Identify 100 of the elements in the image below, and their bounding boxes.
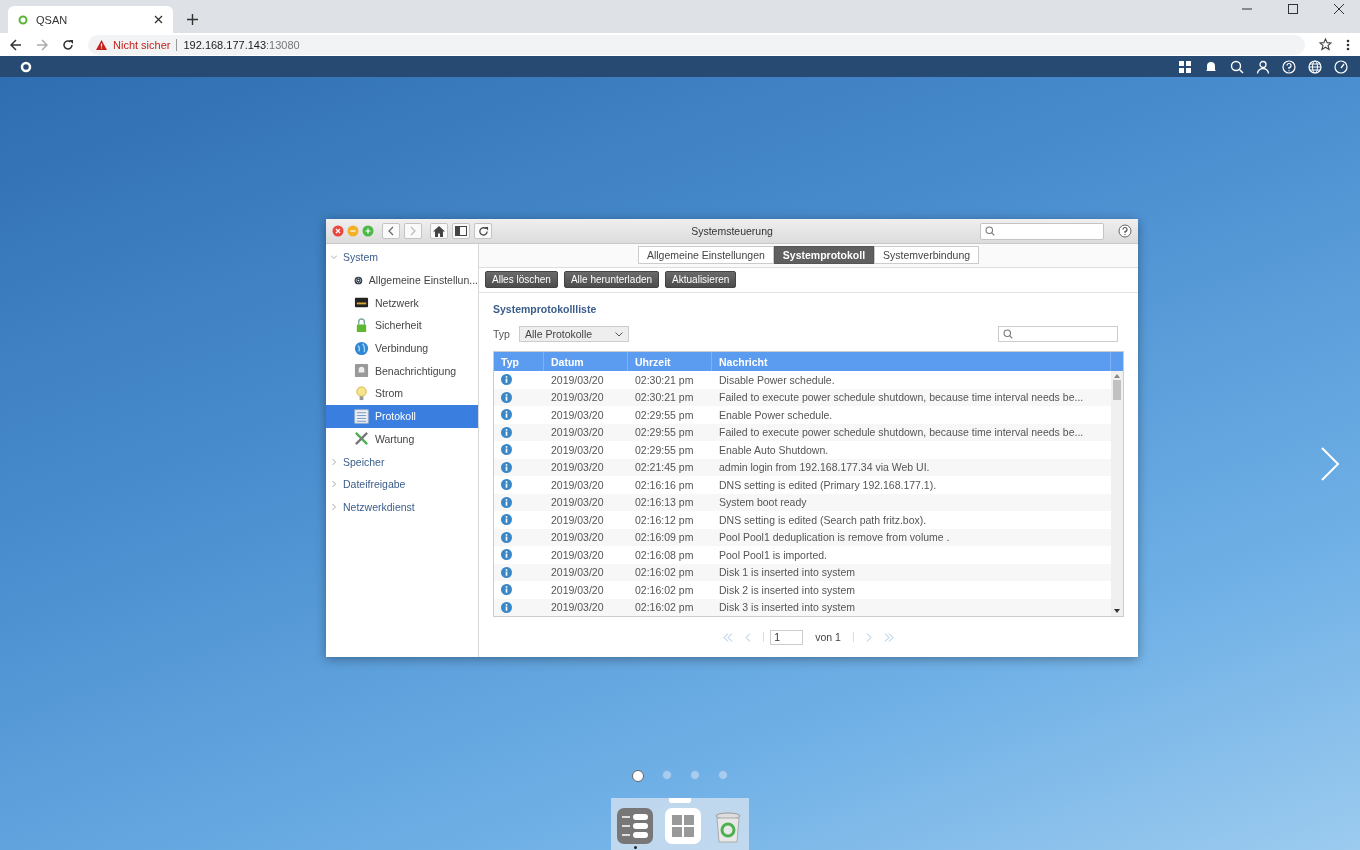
chevron-down-icon (331, 254, 337, 261)
table-cell-text: 2019/03/20 (550, 426, 605, 439)
info-icon (501, 601, 512, 613)
home-button[interactable] (430, 223, 448, 239)
table-cell-text: 02:16:16 pm (634, 478, 695, 491)
scrollbar-thumb[interactable] (1113, 380, 1121, 400)
sidebar-item[interactable]: Benachrichtigung (326, 359, 478, 383)
sidebar-toggle-button[interactable] (452, 223, 470, 239)
grid-icon[interactable] (1178, 59, 1192, 74)
table-cell-text: 02:30:21 pm (634, 373, 695, 386)
user-icon[interactable] (1256, 59, 1270, 74)
table-cell-text: DNS setting is edited (Primary 192.168.177.1). (718, 478, 938, 491)
page-dot[interactable] (632, 770, 644, 782)
table-cell-text: 02:30:21 pm (634, 391, 695, 404)
bell-icon[interactable] (1204, 59, 1218, 74)
table-cell-text: 2019/03/20 (550, 373, 605, 386)
lock-icon (354, 317, 369, 333)
table-cell-text: Enable Auto Shutdown. (718, 443, 830, 456)
page-dot[interactable] (718, 770, 728, 780)
close-icon[interactable] (1334, 4, 1344, 14)
table-cell-text: 2019/03/20 (550, 566, 605, 579)
scroll-up-icon[interactable] (1114, 374, 1120, 378)
logo-icon[interactable] (20, 60, 32, 73)
dock-handle[interactable] (669, 798, 691, 803)
info-icon (501, 444, 512, 456)
scrollbar[interactable] (1111, 371, 1123, 616)
table-cell-text: Disk 1 is inserted into system (718, 566, 856, 579)
search-icon[interactable] (1230, 59, 1244, 74)
star-icon[interactable] (1319, 38, 1332, 51)
grid-app-icon[interactable] (665, 807, 701, 844)
action-button[interactable]: Alles löschen (485, 271, 558, 289)
gauge-icon[interactable] (1334, 59, 1348, 74)
reload-icon[interactable] (62, 38, 74, 51)
refresh-icon (477, 225, 489, 237)
menu-icon[interactable] (1346, 38, 1350, 51)
chevron-left-icon (387, 226, 395, 236)
sidebar-group[interactable]: Speicher (326, 450, 478, 473)
tab[interactable]: Systemprotokoll (773, 246, 875, 265)
toggles-app-icon[interactable] (617, 807, 653, 844)
scroll-down-icon[interactable] (1114, 609, 1120, 613)
lightbulb-icon (354, 385, 369, 401)
address-field[interactable]: Nicht sicher 192.168.177.143:13080 (88, 34, 1305, 55)
table-cell-text: 2019/03/20 (550, 548, 605, 561)
table-cell-text: 02:21:45 pm (634, 461, 695, 474)
search-field[interactable] (980, 222, 1104, 240)
search-icon (1003, 329, 1013, 339)
sidebar-item[interactable]: Netzwerk (326, 291, 478, 315)
sidebar-group[interactable]: System (326, 246, 478, 269)
back-button[interactable] (382, 223, 400, 239)
warning-icon (96, 39, 107, 50)
sidebar-item[interactable]: Allgemeine Einstellun... (326, 268, 478, 292)
globe-icon[interactable] (1308, 59, 1322, 74)
table-cell-text: admin login from 192.168.177.34 via Web UI. (718, 461, 931, 474)
page-dot[interactable] (662, 770, 672, 780)
tab[interactable]: Allgemeine Einstellungen (637, 246, 774, 265)
table-cell-text: 2019/03/20 (550, 531, 605, 544)
table-cell-text: 02:16:02 pm (634, 583, 695, 596)
table-cell-text: 2019/03/20 (550, 601, 605, 614)
table-cell-text: 2019/03/20 (550, 443, 605, 456)
refresh-button[interactable] (474, 223, 492, 239)
table-cell-text: 2019/03/20 (550, 408, 605, 421)
window-title: Systemsteuerung (691, 225, 773, 237)
table-cell-text: Disable Power schedule. (718, 373, 836, 386)
help-icon[interactable] (1118, 224, 1132, 238)
chevron-right-icon (409, 226, 417, 236)
table-cell-text: Disk 3 is inserted into system (718, 601, 856, 614)
info-icon (501, 461, 512, 473)
new-tab-icon[interactable] (187, 14, 198, 25)
sidebar-item[interactable]: Wartung (326, 427, 478, 451)
globe-icon (354, 340, 369, 356)
action-button[interactable]: Aktualisieren (665, 271, 737, 289)
sidebar-group[interactable]: Netzwerkdienst (326, 495, 478, 519)
back-icon[interactable] (10, 38, 22, 51)
home-icon (433, 225, 445, 237)
type-dropdown[interactable]: Alle Protokolle (519, 326, 629, 342)
info-icon (501, 426, 512, 438)
search-icon (985, 226, 995, 236)
filter-label: Typ (493, 328, 511, 340)
sidebar-item[interactable]: Verbindung (326, 336, 478, 360)
info-icon (501, 496, 512, 508)
sidebar-item[interactable]: Protokoll (326, 404, 478, 428)
info-icon (501, 514, 512, 526)
site-icon (18, 14, 28, 25)
table-cell-text: Failed to execute power schedule shutdown, because time interval needs be... (718, 391, 1085, 404)
info-icon (501, 531, 512, 543)
page-dot[interactable] (690, 770, 700, 780)
sidebar-item[interactable]: Sicherheit (326, 314, 478, 337)
sidebar-item[interactable]: Strom (326, 382, 478, 405)
tab[interactable]: Systemverbindung (874, 246, 980, 265)
table-cell-text: 02:29:55 pm (634, 408, 695, 421)
sidebar-group[interactable]: Dateifreigabe (326, 472, 478, 496)
table-cell-text: 02:16:02 pm (634, 601, 695, 614)
search-field[interactable] (998, 326, 1118, 342)
action-button[interactable]: Alle herunterladen (563, 271, 660, 289)
close-icon[interactable] (154, 15, 163, 24)
table-cell-text: Pool Pool1 is imported. (718, 548, 828, 561)
page-input[interactable]: 1 (770, 629, 804, 645)
maximize-icon[interactable] (1288, 4, 1298, 14)
browser-tab[interactable]: QSAN (8, 6, 173, 33)
chevron-right-icon (331, 458, 337, 465)
